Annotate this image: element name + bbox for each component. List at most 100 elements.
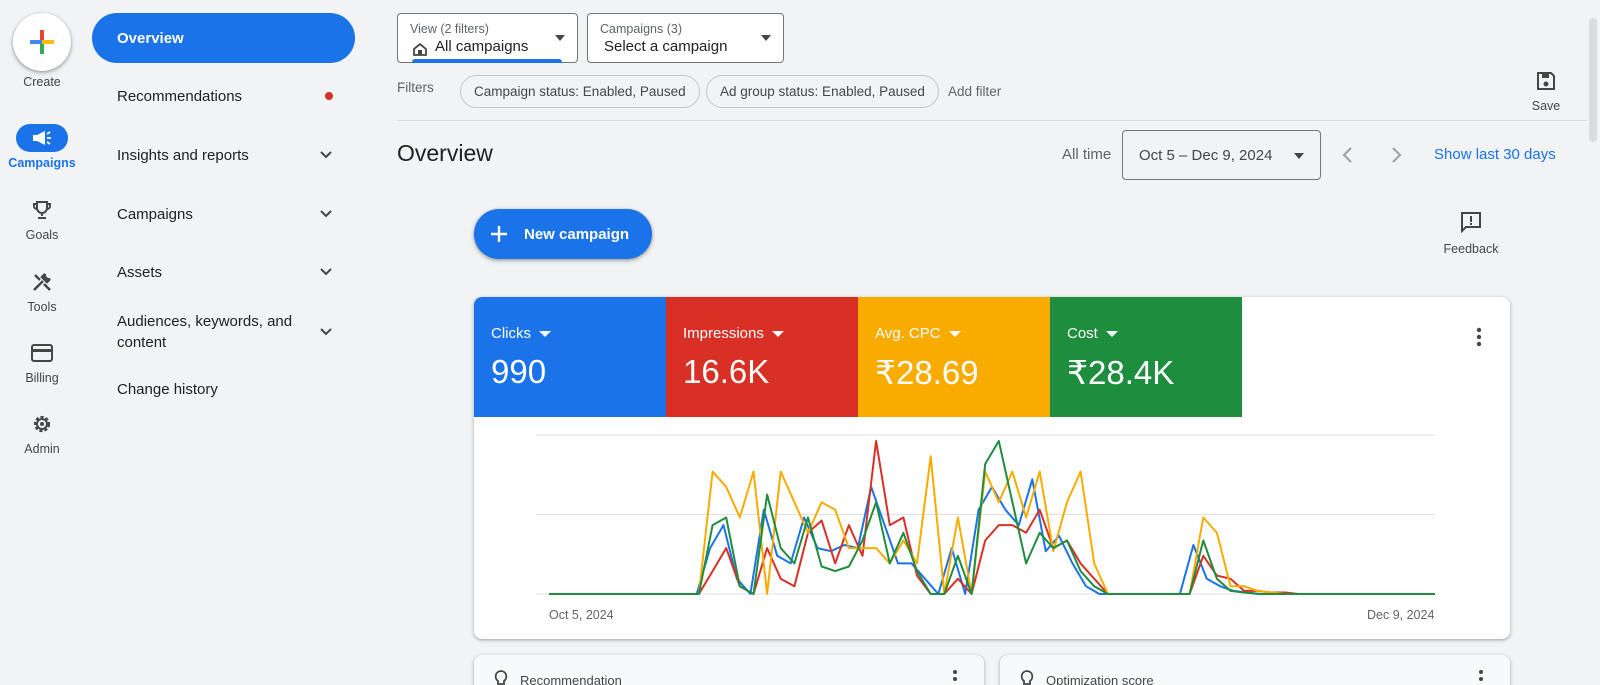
metric-name: Cost xyxy=(1067,325,1098,342)
performance-chart-card: Clicks 990 Impressions 16.6K Avg. CPC ₹2… xyxy=(474,297,1510,639)
nav-item-overview[interactable]: Overview xyxy=(92,13,355,63)
nav-item-label: Recommendations xyxy=(117,87,243,105)
nav-item-label: Audiences, keywords, and content xyxy=(117,313,293,351)
nav-item-campaigns[interactable]: Campaigns xyxy=(92,189,355,239)
caret-down-icon xyxy=(1294,153,1304,159)
card-title: Recommendation xyxy=(520,673,622,685)
x-axis-end-label: Dec 9, 2024 xyxy=(1367,608,1435,622)
filters-label: Filters xyxy=(397,80,434,95)
rail-item-goals[interactable]: Goals xyxy=(0,196,84,262)
nav-item-recommendations[interactable]: Recommendations xyxy=(92,71,355,121)
series-line-clicks xyxy=(549,478,1435,595)
caret-down-icon xyxy=(761,35,771,41)
feedback-icon xyxy=(1461,212,1481,234)
more-vert-icon[interactable] xyxy=(952,669,958,685)
home-icon xyxy=(413,42,427,56)
more-vert-icon[interactable] xyxy=(1478,669,1484,685)
left-rail: Create Campaigns Goals Tools Billing Adm… xyxy=(0,0,84,685)
gear-icon xyxy=(26,410,58,438)
date-range-picker[interactable]: Oct 5 – Dec 9, 2024 xyxy=(1122,130,1321,180)
nav-item-label: Insights and reports xyxy=(117,146,249,164)
rail-item-label: Campaigns xyxy=(8,156,76,170)
series-line-cost xyxy=(549,440,1435,595)
view-selector-hint: View (2 filters) xyxy=(410,22,489,36)
nav-item-change-history[interactable]: Change history xyxy=(92,364,355,414)
feedback-button[interactable]: Feedback xyxy=(1436,211,1506,256)
add-filter-button[interactable]: Add filter xyxy=(948,84,1001,99)
rail-item-campaigns[interactable]: Campaigns xyxy=(0,124,84,190)
show-last-30-days-link[interactable]: Show last 30 days xyxy=(1434,146,1556,163)
caret-down-icon xyxy=(1105,330,1118,337)
campaign-selector-value: Select a campaign xyxy=(604,38,728,55)
chevron-right-icon[interactable] xyxy=(1386,144,1406,166)
series-line-impressions xyxy=(549,440,1435,595)
nav-item-insights[interactable]: Insights and reports xyxy=(92,130,355,180)
lightbulb-icon xyxy=(494,670,508,685)
view-selector[interactable]: View (2 filters) All campaigns xyxy=(397,13,578,63)
active-underline xyxy=(412,59,562,63)
chevron-down-icon xyxy=(320,268,332,276)
rail-item-billing[interactable]: Billing xyxy=(0,339,84,405)
metric-tile-avg-cpc[interactable]: Avg. CPC ₹28.69 xyxy=(858,297,1050,417)
chevron-down-icon xyxy=(320,328,332,336)
plus-icon xyxy=(491,226,507,242)
page-scrollbar[interactable] xyxy=(1589,18,1597,142)
nav-item-assets[interactable]: Assets xyxy=(92,247,355,297)
plus-icon xyxy=(30,30,54,54)
line-chart xyxy=(536,434,1435,595)
metric-value: ₹28.4K xyxy=(1067,354,1175,391)
notification-dot xyxy=(325,92,333,100)
campaign-selector-hint: Campaigns (3) xyxy=(600,22,682,36)
rail-item-label: Tools xyxy=(27,300,57,314)
recommendation-card: Recommendation xyxy=(474,655,984,685)
caret-down-icon xyxy=(948,330,961,337)
metric-value: 16.6K xyxy=(683,353,770,390)
rail-item-admin[interactable]: Admin xyxy=(0,410,84,476)
nav-item-label: Change history xyxy=(117,380,218,398)
trophy-icon xyxy=(26,196,58,224)
metric-name: Clicks xyxy=(491,325,531,342)
caret-down-icon xyxy=(539,330,551,337)
rail-item-tools[interactable]: Tools xyxy=(0,268,84,334)
metric-name: Avg. CPC xyxy=(875,325,941,342)
series-line-avg-cpc xyxy=(549,455,1435,595)
header-divider xyxy=(397,120,1587,121)
metric-value: 990 xyxy=(491,353,547,390)
nav-item-label: Overview xyxy=(117,29,184,47)
save-icon xyxy=(1537,72,1555,90)
create-button[interactable] xyxy=(13,13,71,71)
metric-name: Impressions xyxy=(683,325,764,342)
x-axis-start-label: Oct 5, 2024 xyxy=(549,608,614,622)
metric-tile-clicks[interactable]: Clicks 990 xyxy=(474,297,666,417)
metric-value: ₹28.69 xyxy=(875,354,979,391)
card-title: Optimization score xyxy=(1046,673,1154,685)
filter-chip-campaign-status[interactable]: Campaign status: Enabled, Paused xyxy=(460,75,700,108)
lightbulb-icon xyxy=(1020,670,1034,685)
save-button[interactable]: Save xyxy=(1520,70,1572,113)
rail-item-label: Admin xyxy=(24,442,60,456)
more-vert-icon[interactable] xyxy=(1476,327,1482,347)
chevron-left-icon[interactable] xyxy=(1338,144,1358,166)
chevron-down-icon xyxy=(320,210,332,218)
metric-tile-impressions[interactable]: Impressions 16.6K xyxy=(666,297,858,417)
campaign-selector[interactable]: Campaigns (3) Select a campaign xyxy=(587,13,784,63)
megaphone-icon xyxy=(16,124,68,152)
view-selector-value: All campaigns xyxy=(435,38,529,55)
credit-card-icon xyxy=(26,339,58,367)
new-campaign-button[interactable]: New campaign xyxy=(474,209,652,259)
caret-down-icon xyxy=(555,35,565,41)
page-title: Overview xyxy=(397,140,493,166)
tools-icon xyxy=(26,268,58,296)
nav-item-label: Assets xyxy=(117,263,163,281)
rail-item-label: Billing xyxy=(25,371,59,385)
chevron-down-icon xyxy=(320,151,332,159)
date-range-label: All time xyxy=(1062,146,1112,163)
nav-item-audiences[interactable]: Audiences, keywords, and content xyxy=(92,305,355,359)
optimization-score-card: Optimization score xyxy=(1000,655,1510,685)
nav-item-label: Campaigns xyxy=(117,205,193,223)
new-campaign-label: New campaign xyxy=(524,225,630,243)
metric-tile-cost[interactable]: Cost ₹28.4K xyxy=(1050,297,1242,417)
save-label: Save xyxy=(1531,99,1561,113)
rail-item-label: Goals xyxy=(25,228,59,242)
filter-chip-ad-group-status[interactable]: Ad group status: Enabled, Paused xyxy=(706,75,939,108)
